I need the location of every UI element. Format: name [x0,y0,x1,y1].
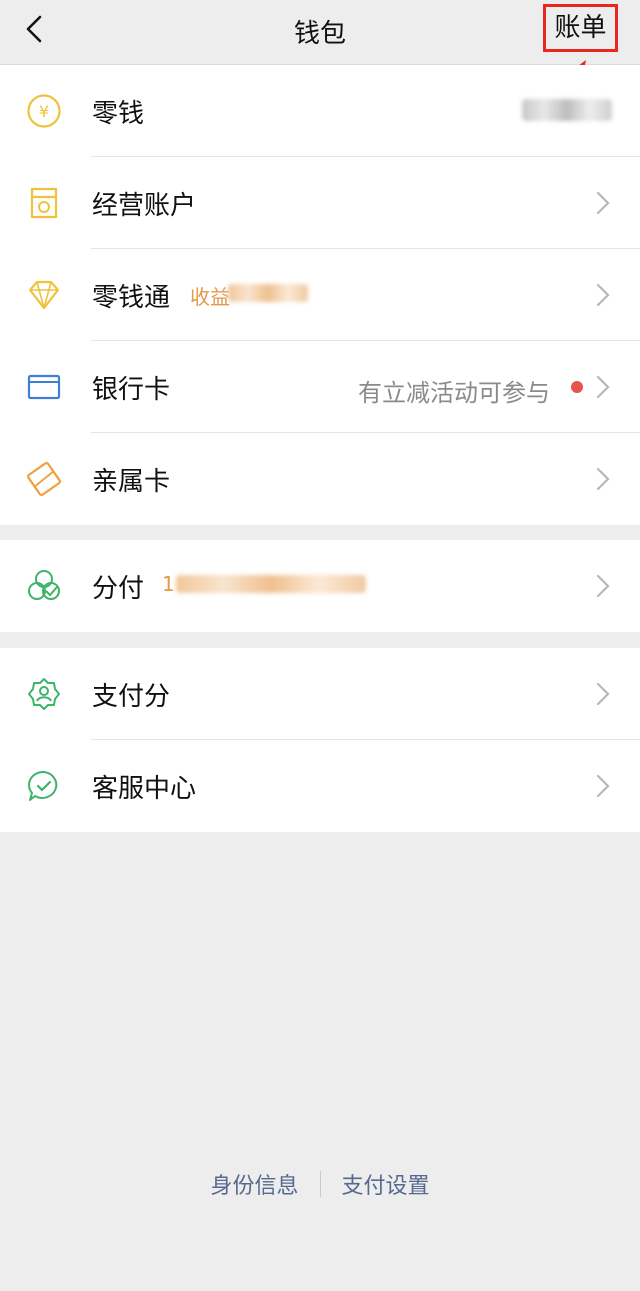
chevron-right-icon [596,191,610,215]
balance-blurred [522,99,612,121]
row-lingqiantong[interactable]: 零钱通 收益 [0,249,640,341]
bill-button[interactable]: 账单 [543,4,618,52]
service-group: 支付分 客服中心 [0,648,640,832]
row-label: 客服中心 [92,774,197,804]
payment-settings-link[interactable]: 支付设置 [342,1168,430,1200]
row-label: 零钱 [92,99,145,129]
family-card-icon [26,461,62,497]
footer-divider [319,1171,321,1197]
yield-blurred [228,284,308,302]
row-label: 银行卡 [92,375,171,405]
fenfu-icon [28,570,60,600]
red-dot-badge [571,381,583,393]
fenfu-group: 分付 1 [0,540,640,632]
row-bank-card[interactable]: 银行卡 有立减活动可参与 [0,341,640,433]
row-label: 零钱通 [92,283,171,313]
chevron-right-icon [596,574,610,598]
footer-links: 身份信息 支付设置 [0,1168,640,1200]
row-family-card[interactable]: 亲属卡 [0,433,640,525]
row-fenfu[interactable]: 分付 1 [0,540,640,632]
row-label: 经营账户 [92,191,197,221]
row-business-account[interactable]: 经营账户 [0,157,640,249]
chevron-right-icon [596,467,610,491]
shop-icon [30,187,58,219]
bank-card-icon [27,374,61,400]
chevron-right-icon [596,774,610,798]
row-customer-service[interactable]: 客服中心 [0,740,640,832]
chevron-right-icon [596,375,610,399]
row-label: 分付 [92,574,145,604]
pay-score-icon [28,678,60,710]
yield-prefix: 收益 [190,285,230,309]
svg-text:¥: ¥ [39,102,49,121]
fenfu-prefix: 1 [162,572,175,596]
row-change[interactable]: ¥ 零钱 [0,65,640,157]
wallet-main-group: ¥ 零钱 经营账户 零钱通 收益 银行卡 有立减活动可参与 亲属卡 [0,65,640,525]
row-label: 亲属卡 [92,467,171,497]
fenfu-blurred [176,575,366,593]
customer-service-icon [28,770,58,801]
chevron-right-icon [596,283,610,307]
identity-info-link[interactable]: 身份信息 [210,1168,298,1200]
diamond-icon [28,280,60,310]
chevron-right-icon [596,682,610,706]
yuan-coin-icon: ¥ [27,94,61,128]
row-label: 支付分 [92,682,171,712]
promo-hint: 有立减活动可参与 [358,379,550,407]
row-pay-score[interactable]: 支付分 [0,648,640,740]
